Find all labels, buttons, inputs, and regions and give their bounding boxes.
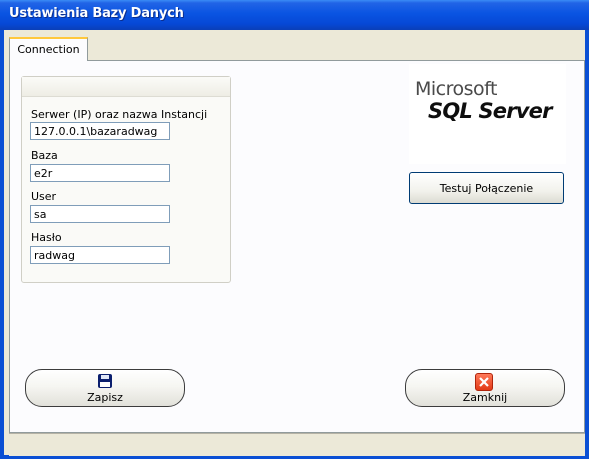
tab-connection[interactable]: Connection bbox=[9, 37, 88, 61]
close-button[interactable]: Zamknij bbox=[405, 369, 565, 407]
settings-window: Ustawienia Bazy Danych Connection Serwer… bbox=[0, 0, 589, 459]
window-border-right bbox=[585, 30, 589, 459]
password-input[interactable] bbox=[30, 246, 170, 264]
logo-sqlserver-text: SQL Server bbox=[428, 99, 552, 123]
sql-server-logo: Microsoft SQL Server bbox=[409, 64, 566, 164]
bottom-strip bbox=[9, 433, 585, 456]
server-label: Serwer (IP) oraz nazwa Instancji bbox=[31, 108, 208, 121]
database-input[interactable] bbox=[30, 164, 170, 182]
save-button-label: Zapisz bbox=[87, 391, 123, 404]
close-icon bbox=[475, 373, 493, 391]
server-input[interactable] bbox=[30, 122, 170, 140]
tab-connection-label: Connection bbox=[17, 43, 80, 56]
window-title: Ustawienia Bazy Danych bbox=[9, 6, 184, 21]
user-label: User bbox=[31, 190, 57, 203]
logo-microsoft-text: Microsoft bbox=[415, 78, 497, 100]
password-label: Hasło bbox=[31, 231, 62, 244]
user-input[interactable] bbox=[30, 205, 170, 223]
database-label: Baza bbox=[31, 149, 58, 162]
title-bar[interactable]: Ustawienia Bazy Danych bbox=[0, 0, 589, 30]
groupbox-header bbox=[22, 77, 230, 97]
floppy-disk-icon bbox=[98, 374, 112, 388]
test-connection-button[interactable]: Testuj Połączenie bbox=[409, 172, 564, 204]
save-button[interactable]: Zapisz bbox=[25, 369, 185, 407]
close-button-label: Zamknij bbox=[462, 391, 508, 404]
test-connection-label: Testuj Połączenie bbox=[439, 182, 534, 195]
